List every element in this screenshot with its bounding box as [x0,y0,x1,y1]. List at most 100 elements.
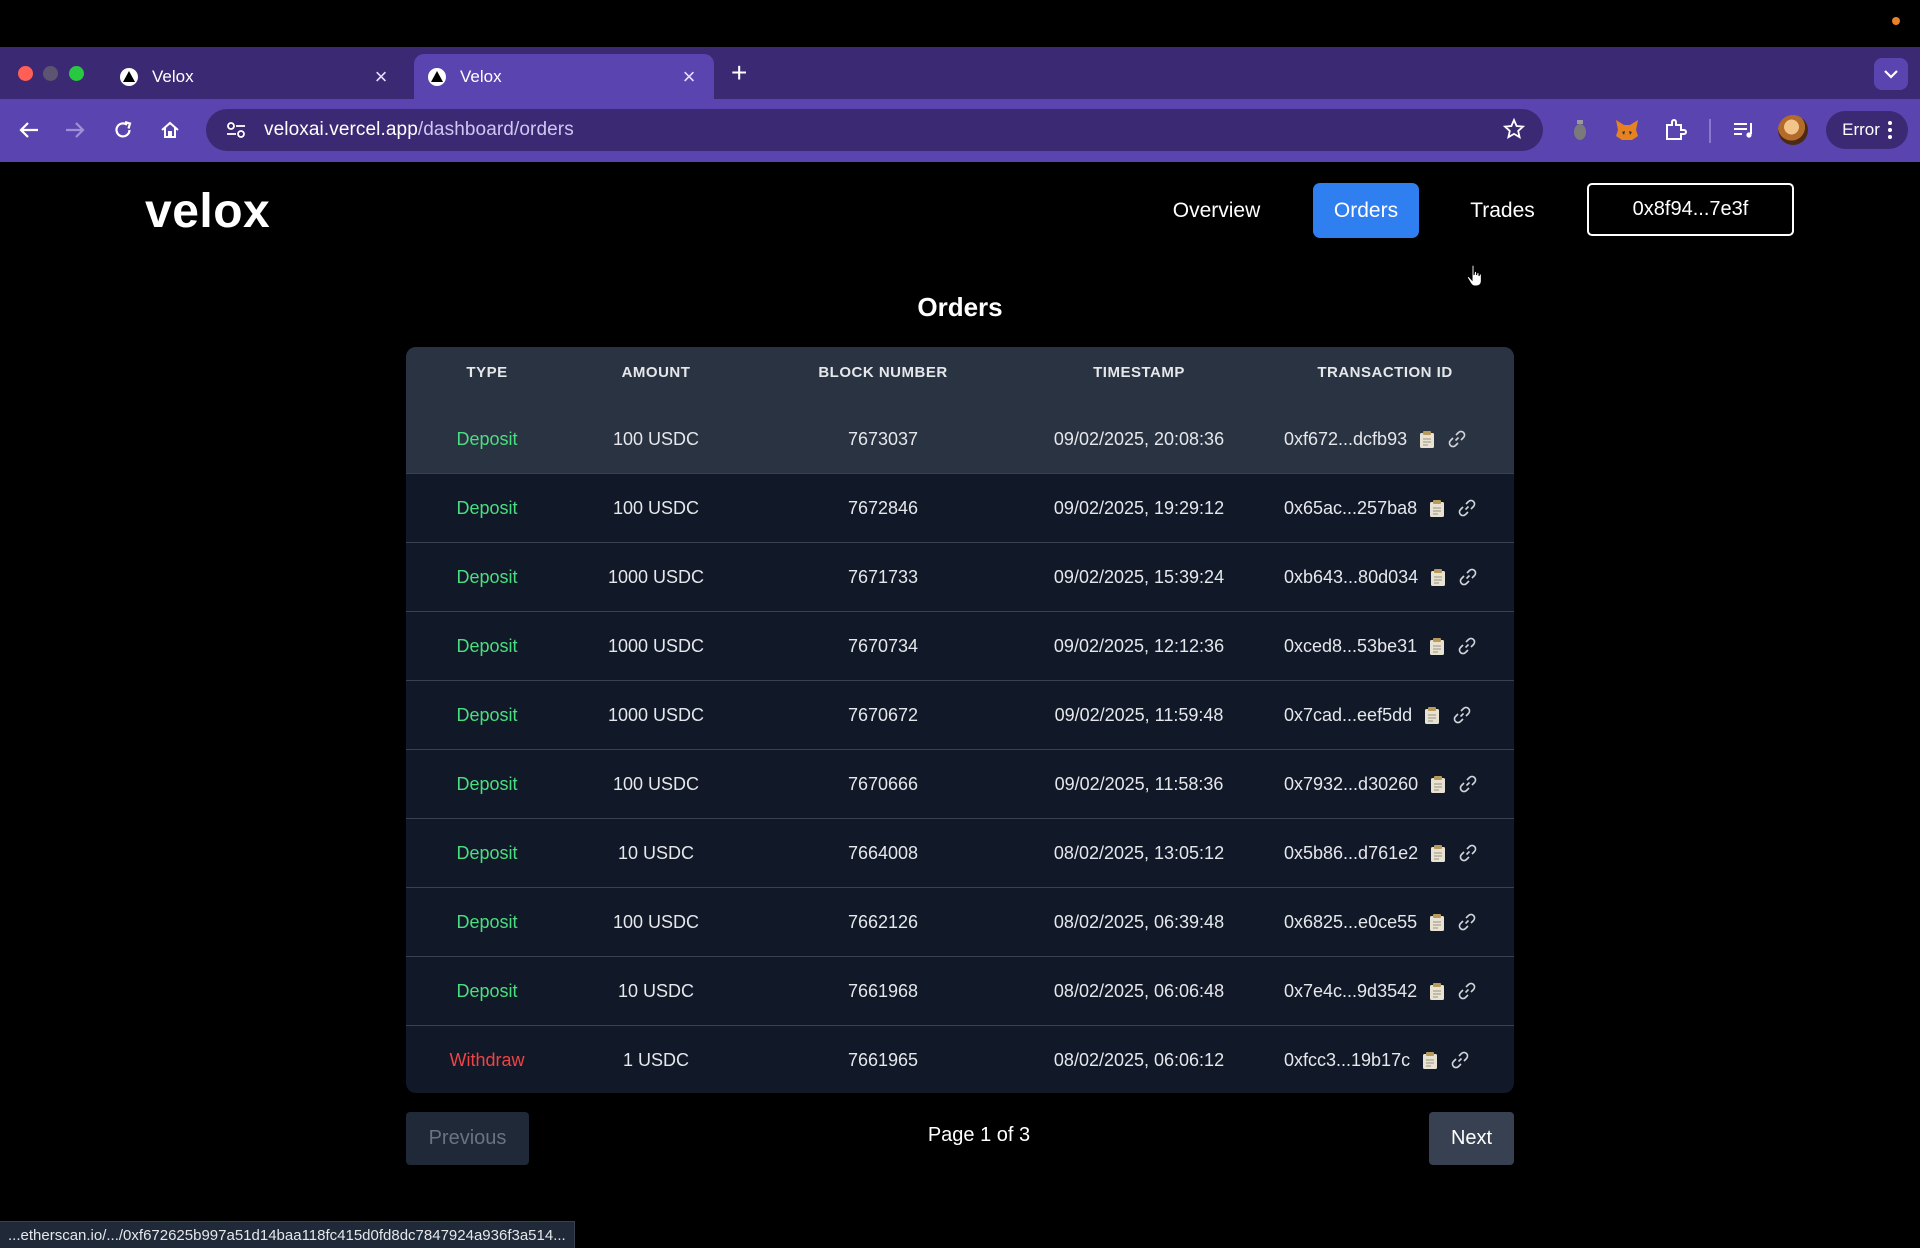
table-row: Deposit 1000 USDC 7670734 09/02/2025, 12:12… [406,611,1514,680]
column-header-block-number: BLOCK NUMBER [818,364,948,381]
copy-clipboard-icon[interactable] [1429,913,1445,931]
block-number: 7661965 [847,1049,919,1070]
extension-grenade-icon[interactable] [1565,115,1595,145]
copy-clipboard-icon[interactable] [1419,430,1435,448]
block-number: 7662126 [847,911,919,932]
home-icon[interactable] [157,117,183,143]
copy-clipboard-icon[interactable] [1422,1051,1438,1069]
table-row: Deposit 10 USDC 7661968 08/02/2025, 06:06:4… [406,956,1514,1025]
external-link-chain-icon[interactable] [1457,498,1477,518]
tab-close-icon[interactable]: × [678,65,700,88]
copy-clipboard-icon[interactable] [1429,499,1445,517]
table-row: Deposit 1000 USDC 7670672 09/02/2025, 11:59… [406,680,1514,749]
page-title: Orders [917,292,1003,322]
copy-clipboard-icon[interactable] [1430,775,1446,793]
transaction-id: 0x65ac...257ba8 [1284,497,1418,518]
nav-trades[interactable]: Trades [1453,183,1552,238]
order-type: Deposit [456,497,518,518]
transaction-id-cell: 0x7cad...eef5dd [1284,681,1472,749]
orders-table: TYPE AMOUNT BLOCK NUMBER TIMESTAMP TRANS… [406,347,1514,1093]
metamask-fox-icon[interactable] [1612,115,1642,145]
external-link-chain-icon[interactable] [1457,636,1477,656]
block-number: 7670672 [847,704,919,725]
order-timestamp: 08/02/2025, 06:39:48 [1053,911,1225,932]
window-zoom-button[interactable] [69,66,84,81]
table-row: Withdraw 1 USDC 7661965 08/02/2025, 06:06:1… [406,1025,1514,1093]
transaction-id-cell: 0x6825...e0ce55 [1284,888,1477,956]
media-control-icon[interactable] [1729,115,1759,145]
wallet-address-button[interactable]: 0x8f94...7e3f [1587,183,1794,236]
site-settings-tune-icon[interactable] [224,118,248,142]
new-tab-plus-icon[interactable]: + [731,59,747,87]
profile-error-label: Error [1842,120,1880,139]
browser-tab-strip: Velox × Velox × + [0,47,1920,99]
copy-clipboard-icon[interactable] [1429,637,1445,655]
nav-orders[interactable]: Orders [1313,183,1419,238]
transaction-id-cell: 0xfcc3...19b17c [1284,1026,1470,1093]
window-close-button[interactable] [18,66,33,81]
copy-clipboard-icon[interactable] [1424,706,1440,724]
external-link-chain-icon[interactable] [1450,1050,1470,1070]
forward-arrow-icon[interactable] [62,117,88,143]
transaction-id: 0xb643...80d034 [1284,566,1419,587]
block-number: 7672846 [847,497,919,518]
transaction-id-cell: 0x7932...d30260 [1284,750,1478,818]
profile-avatar[interactable] [1778,115,1808,145]
order-type: Deposit [456,635,518,656]
external-link-chain-icon[interactable] [1458,774,1478,794]
order-type: Deposit [456,566,518,587]
order-amount: 1000 USDC [607,704,705,725]
order-type: Deposit [456,704,518,725]
order-timestamp: 08/02/2025, 13:05:12 [1053,842,1225,863]
reload-icon[interactable] [110,117,136,143]
table-header: TYPE AMOUNT BLOCK NUMBER TIMESTAMP TRANS… [406,347,1514,405]
transaction-id: 0x5b86...d761e2 [1284,842,1419,863]
order-type: Deposit [456,842,518,863]
external-link-chain-icon[interactable] [1447,429,1467,449]
order-amount: 10 USDC [617,980,695,1001]
transaction-id: 0xf672...dcfb93 [1284,428,1408,449]
table-row: Deposit 100 USDC 7662126 08/02/2025, 06:39:… [406,887,1514,956]
app-page: velox Overview Orders Trades 0x8f94...7e… [0,162,1920,1248]
velox-logo[interactable]: velox [145,184,270,239]
external-link-chain-icon[interactable] [1458,843,1478,863]
next-page-button[interactable]: Next [1429,1112,1514,1165]
copy-clipboard-icon[interactable] [1429,982,1445,1000]
order-amount: 1000 USDC [607,566,705,587]
order-type: Withdraw [449,1049,525,1070]
transaction-id-cell: 0xced8...53be31 [1284,612,1477,680]
extensions-puzzle-icon[interactable] [1660,115,1690,145]
tab-title: Velox [152,66,194,86]
column-header-type: TYPE [466,364,508,381]
url-host: veloxai.vercel.app [264,119,418,140]
transaction-id-cell: 0x5b86...d761e2 [1284,819,1478,887]
browser-tab-active[interactable]: Velox × [414,54,714,99]
window-minimize-button[interactable] [43,66,58,81]
external-link-chain-icon[interactable] [1457,912,1477,932]
velox-favicon-icon [120,67,138,86]
external-link-chain-icon[interactable] [1458,567,1478,587]
order-amount: 100 USDC [612,497,700,518]
browser-tab[interactable]: Velox × [106,54,406,99]
bookmark-star-icon[interactable] [1502,117,1526,145]
external-link-chain-icon[interactable] [1457,981,1477,1001]
copy-clipboard-icon[interactable] [1430,844,1446,862]
tab-search-chevron-down-icon[interactable] [1874,58,1908,90]
transaction-id: 0xfcc3...19b17c [1284,1049,1411,1070]
address-bar[interactable]: veloxai.vercel.app/dashboard/orders [206,109,1543,151]
order-amount: 100 USDC [612,428,700,449]
external-link-chain-icon[interactable] [1452,705,1472,725]
block-number: 7661968 [847,980,919,1001]
copy-clipboard-icon[interactable] [1430,568,1446,586]
transaction-id: 0x6825...e0ce55 [1284,911,1418,932]
profile-error-button[interactable]: Error [1826,111,1908,149]
order-type: Deposit [456,428,518,449]
order-timestamp: 09/02/2025, 19:29:12 [1053,497,1225,518]
back-arrow-icon[interactable] [16,117,42,143]
order-timestamp: 09/02/2025, 11:58:36 [1054,773,1224,794]
nav-overview[interactable]: Overview [1160,183,1273,238]
tab-close-icon[interactable]: × [370,65,392,88]
block-number: 7673037 [847,428,919,449]
block-number: 7670666 [847,773,919,794]
table-row: Deposit 100 USDC 7672846 09/02/2025, 19:29:… [406,473,1514,542]
